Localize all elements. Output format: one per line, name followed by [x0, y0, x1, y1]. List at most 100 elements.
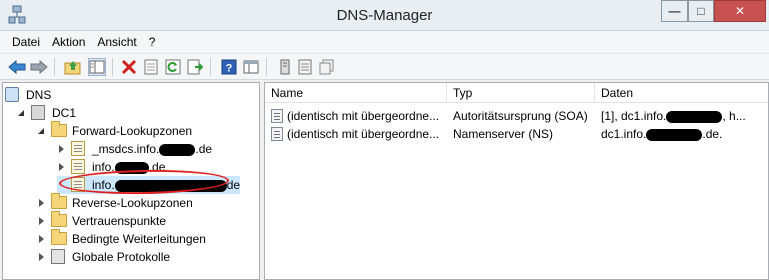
server-icon — [31, 105, 47, 121]
cell-name: (identisch mit übergeordne... — [287, 127, 440, 141]
back-button[interactable] — [8, 58, 26, 76]
list-header: Name Typ Daten — [265, 83, 768, 103]
cell-data: dc1.info. .de. — [601, 127, 723, 141]
expand-icon[interactable] — [57, 144, 67, 154]
tree-item-label: Reverse-Lookupzonen — [72, 196, 193, 210]
tree-item-zone-msdcs[interactable]: _msdcs.info. .de — [57, 140, 212, 158]
show-hide-tree-icon — [89, 60, 105, 74]
delete-button[interactable] — [120, 58, 138, 76]
help-icon: ? — [221, 59, 237, 75]
records-list: Name Typ Daten (identisch mit übergeordn… — [264, 82, 769, 280]
collapse-icon[interactable] — [37, 126, 47, 136]
folder-icon — [51, 229, 67, 247]
table-row[interactable]: (identisch mit übergeordne... Autoritäts… — [265, 107, 768, 125]
toolbar: ? — [0, 53, 769, 80]
properties-button[interactable] — [142, 58, 160, 76]
tree-item-label: info. de — [92, 178, 241, 192]
help-button[interactable]: ? — [220, 58, 238, 76]
folder-icon — [51, 211, 67, 229]
tree-item-dns[interactable]: DNS — [5, 86, 51, 104]
up-button[interactable] — [64, 58, 82, 76]
column-header-name[interactable]: Name — [265, 83, 447, 103]
minimize-button[interactable]: — — [661, 0, 688, 22]
tree-item-label: _msdcs.info. .de — [92, 142, 213, 156]
redaction-mark — [666, 110, 723, 123]
refresh-icon — [165, 59, 181, 75]
tree-item-conditional-forwarders[interactable]: Bedingte Weiterleitungen — [37, 229, 206, 248]
menu-help[interactable]: ? — [143, 33, 162, 51]
window-title: DNS-Manager — [336, 7, 433, 24]
export-list-button[interactable] — [186, 58, 204, 76]
tree-item-label: Forward-Lookupzonen — [72, 124, 193, 138]
collapse-icon[interactable] — [17, 108, 27, 118]
tree-item-trust-points[interactable]: Vertrauenspunkte — [37, 211, 167, 230]
tree-item-zone-info-selected[interactable]: info. de — [57, 176, 241, 194]
tree-item-reverse-lookup-zones[interactable]: Reverse-Lookupzonen — [37, 193, 193, 212]
tree-item-zone-info[interactable]: info. .de — [57, 158, 165, 176]
copy-icon — [319, 59, 334, 75]
console-tree: DNS DC1 Forward-Lookupzonen _msdcs.info.… — [2, 82, 260, 280]
maximize-icon: □ — [697, 4, 705, 18]
tree-item-label: info. .de — [92, 160, 166, 174]
menu-ansicht[interactable]: Ansicht — [91, 33, 142, 51]
copy-button[interactable] — [318, 58, 336, 76]
minimize-icon: — — [668, 4, 681, 18]
toolbar-separator — [112, 58, 113, 76]
tree-item-label: DNS — [26, 88, 52, 102]
zone-icon — [71, 177, 87, 193]
server-button[interactable] — [276, 58, 294, 76]
cell-type: Namenserver (NS) — [453, 127, 554, 141]
list-button[interactable] — [296, 58, 314, 76]
export-list-icon — [187, 59, 203, 75]
toolbar-separator — [266, 58, 267, 76]
cell-type: Autoritätsursprung (SOA) — [453, 109, 588, 123]
list-icon — [298, 59, 312, 75]
console-icon — [243, 60, 259, 74]
folder-icon — [51, 193, 67, 211]
expand-icon[interactable] — [57, 162, 67, 172]
maximize-button[interactable]: □ — [688, 0, 714, 22]
menu-aktion[interactable]: Aktion — [46, 33, 91, 51]
redaction-mark — [646, 128, 703, 141]
refresh-button[interactable] — [164, 58, 182, 76]
forward-button[interactable] — [30, 58, 48, 76]
menu-bar: Datei Aktion Ansicht ? — [0, 31, 769, 53]
expand-icon[interactable] — [37, 234, 47, 244]
dns-root-icon — [5, 87, 21, 103]
zone-icon — [71, 159, 87, 175]
close-button[interactable]: ✕ — [714, 0, 766, 22]
properties-icon — [144, 59, 158, 75]
column-header-data[interactable]: Daten — [595, 83, 768, 103]
tree-item-dc1[interactable]: DC1 — [17, 104, 76, 122]
toolbar-separator — [210, 58, 211, 76]
redaction-mark — [114, 179, 227, 192]
log-icon — [51, 249, 67, 265]
redaction-mark — [114, 161, 149, 174]
back-arrow-icon — [8, 60, 26, 74]
table-row[interactable]: (identisch mit übergeordne... Namenserve… — [265, 125, 768, 143]
zone-icon — [71, 141, 87, 157]
column-header-type[interactable]: Typ — [447, 83, 595, 103]
server-icon — [280, 59, 290, 75]
up-folder-icon — [64, 61, 81, 75]
tree-item-global-logs[interactable]: Globale Protokolle — [37, 248, 170, 266]
delete-icon — [121, 59, 137, 75]
console-button[interactable] — [242, 58, 260, 76]
forward-arrow-icon — [30, 60, 48, 74]
cell-name: (identisch mit übergeordne... — [287, 109, 440, 123]
tree-item-label: Globale Protokolle — [72, 250, 171, 264]
tree-item-label: DC1 — [52, 106, 77, 120]
record-icon — [271, 109, 283, 123]
toolbar-separator — [54, 58, 55, 76]
menu-datei[interactable]: Datei — [6, 33, 46, 51]
expand-icon[interactable] — [37, 252, 47, 262]
show-hide-tree-button[interactable] — [88, 58, 106, 76]
expand-icon[interactable] — [37, 198, 47, 208]
tree-item-label: Vertrauenspunkte — [72, 214, 167, 228]
svg-text:?: ? — [226, 63, 233, 75]
tree-item-forward-lookup-zones[interactable]: Forward-Lookupzonen — [37, 121, 193, 140]
close-icon: ✕ — [734, 4, 746, 18]
cell-data: [1], dc1.info., h... — [601, 109, 746, 123]
expand-icon[interactable] — [37, 216, 47, 226]
